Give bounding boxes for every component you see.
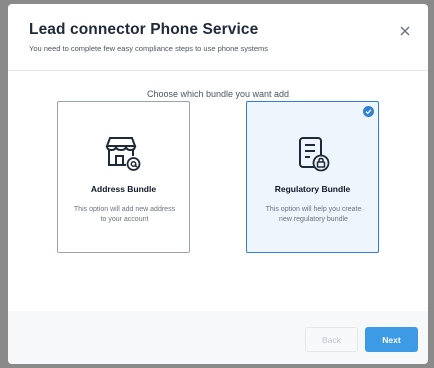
- storefront-at-icon: [58, 134, 189, 174]
- regulatory-bundle-description: This option will help you create new reg…: [265, 206, 362, 223]
- modal-title: Lead connector Phone Service: [29, 21, 259, 38]
- phone-service-modal: Lead connector Phone Service You need to…: [8, 4, 428, 364]
- back-button[interactable]: Back: [305, 327, 358, 352]
- regulatory-bundle-title: Regulatory Bundle: [274, 184, 351, 194]
- close-icon[interactable]: [398, 24, 412, 38]
- regulatory-bundle-card[interactable]: Regulatory Bundle This option will help …: [246, 101, 379, 253]
- address-bundle-card[interactable]: Address Bundle This option will add new …: [57, 101, 190, 253]
- address-bundle-title: Address Bundle: [90, 184, 157, 194]
- modal-header: Lead connector Phone Service You need to…: [8, 4, 428, 71]
- modal-subtitle: You need to complete few easy compliance…: [29, 44, 269, 53]
- check-icon: [363, 106, 374, 117]
- address-bundle-description: This option will add new address to your…: [73, 206, 176, 223]
- document-lock-icon: [247, 134, 378, 174]
- next-button[interactable]: Next: [365, 327, 418, 352]
- modal-footer: Back Next: [8, 311, 428, 364]
- bundle-prompt: Choose which bundle you want add: [146, 89, 290, 99]
